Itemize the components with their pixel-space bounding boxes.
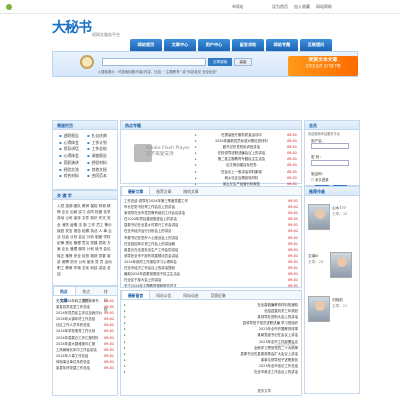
newest-panel: 最新文章 推荐文章 随机文章 工作总结 领导在2024年第三季度党建工作 09-0… [120, 186, 302, 288]
tab-contest[interactable]: 竞赛征集 [205, 291, 232, 299]
remember-label: 永久登录 [315, 178, 329, 183]
category-item[interactable]: 述职报告 [59, 133, 83, 139]
watermark: 自动秒收录 [275, 342, 295, 347]
nav-topics[interactable]: 网站专题 [266, 39, 298, 51]
tab-hot-articles[interactable]: 热点文章 [53, 287, 77, 303]
nav-articles[interactable]: 文章中心 [164, 39, 196, 51]
tab-random[interactable]: 随机文章 [177, 187, 204, 195]
search-hint: ◎搜索提示：可搜索标题/作者/内容，比如：“主题教育” 或“科技攻关 安全检查” [98, 70, 218, 74]
author-photo[interactable] [308, 296, 330, 322]
login-welcome: 欢迎使用本站服务平台 [308, 132, 340, 136]
banner-line2: 文先生会员 无门槛下载 [305, 63, 341, 68]
site-help-link[interactable]: 网站帮助 [316, 4, 332, 9]
flash-message: Adobe Flash Player 已不再受支持 [146, 146, 190, 157]
author-meta: 文章：28 [308, 260, 324, 264]
category-item[interactable]: 竞职演讲 [59, 160, 83, 166]
top-center-text: ※网站 [232, 4, 244, 9]
author-photo[interactable] [330, 252, 352, 278]
hot-article-list: 关于2024年转正党员申请书 09-01 某县扶贫攻坚工作总结 09-01 2024年党… [53, 296, 117, 373]
site-icon [6, 4, 12, 10]
category-item[interactable]: 其他文秘 [87, 167, 111, 173]
list-item-title: 在全市政法工作会议上的讲话 [253, 370, 298, 375]
category-item[interactable]: 领导讲话 [59, 147, 83, 152]
keyword-panel: 关 键 字 入党 选调 团队 教师 保险 财税 精神 企业 出纳 实习 合同 校… [52, 190, 118, 286]
category-item[interactable]: 工作总结 [87, 147, 111, 152]
tab-announcements[interactable]: 网站公告 [150, 291, 177, 299]
keyword-title: 关 键 字 [53, 191, 117, 200]
list-item-title: 某县年终党建工作总结 [56, 366, 90, 371]
hot-articles-panel: 热点文章 热点排行 排行榜 关于2024年转正党员申请书 09-01 某县扶贫攻坚工… [52, 286, 118, 396]
author-name[interactable]: 山水777 [332, 206, 346, 210]
list-item[interactable]: 某县年终党建工作总结 09-01 [56, 365, 114, 371]
site-subtitle: 权网文服务平台 [92, 32, 120, 37]
search-button[interactable]: 文章搜索 [208, 58, 232, 66]
main-nav: 网站首页 文章中心 用户中心 留言求助 网站专题 互联提问 [130, 39, 332, 51]
hot-topics-title: 热点专题 [121, 121, 301, 130]
category-item[interactable]: 经验交流 [59, 167, 83, 173]
list-item[interactable]: 关于2024年主题教育调研报告范文 09-01 [124, 283, 298, 288]
username-input[interactable] [311, 143, 349, 150]
login-panel: 会员 欢迎使用本站服务平台 用户名： 密 码： 验证码： ☐ 永久登录 登录 注… [304, 120, 360, 191]
add-favorite-link[interactable]: 加入收藏 [294, 4, 310, 9]
tab-news[interactable]: 网站动态 [177, 291, 204, 299]
hot-topic-list: 在提高医疗服务质量活动中09-012024年最新党员标准对照检查材料09-01副… [192, 130, 300, 189]
category-item[interactable]: 工作计划 [87, 140, 111, 146]
flash-placeholder: Adobe Flash Player 已不再受支持 [122, 130, 192, 182]
tab-latest-messages[interactable]: 最新留言 [121, 291, 151, 299]
message-list: 在反腐倡廉教育材料的通知总结县直机关三年规划某领导在述职大会上的讲话县领导班子成… [121, 300, 301, 377]
category-item[interactable]: 心得体会 [59, 140, 83, 146]
list-item-date: 09-01 [288, 284, 298, 288]
login-title: 会员 [305, 121, 359, 130]
category-item[interactable]: 合同范本 [87, 174, 111, 179]
category-title: 频道栏目 [53, 121, 117, 130]
more-articles-link[interactable]: 更多文章 [257, 389, 271, 393]
top-bar: ※网站 设为首页 加入收藏 网站帮助 [0, 0, 400, 14]
authors-title: 推荐作者 [305, 187, 359, 196]
category-item[interactable]: 综合材料 [59, 174, 83, 179]
category-panel: 频道栏目 述职报告 礼仪庆典 心得体会 工作计划 领导讲话 工作总结 心得体会 … [52, 120, 118, 190]
keyword-cloud[interactable]: 入党 选调 团队 教师 保险 财税 精神 企业 出纳 实习 合同 校团 化学 劳… [53, 200, 117, 280]
set-homepage-link[interactable]: 设为首页 [272, 4, 288, 9]
captcha-label: 验证码： [311, 171, 326, 176]
author-name[interactable]: 刘晓阳 [332, 298, 343, 302]
tab-newest[interactable]: 最新文章 [121, 187, 151, 195]
tab-recommended[interactable]: 推荐文章 [150, 187, 177, 195]
search-input[interactable] [102, 58, 206, 66]
nav-ask[interactable]: 互联提问 [300, 39, 332, 51]
newest-list: 工作总结 领导在2024年第三季度党建工作 09-01 市长在防汛抗旱工作会议上的讲… [121, 196, 301, 288]
tab-hot-rank[interactable]: 热点排行 [76, 287, 97, 303]
vip-banner[interactable]: 奖赏文本文章 文先生会员 无门槛下载 [288, 56, 358, 76]
advanced-search-button[interactable]: 高级 [234, 58, 252, 66]
author-meta: 文章：21 [332, 304, 348, 308]
author-name[interactable]: 文澜lii [308, 254, 318, 258]
banner-line1: 奖赏文本文章 [308, 58, 338, 63]
magnifier-icon [80, 55, 94, 69]
category-item[interactable]: 经验材料 [87, 160, 111, 166]
nav-home[interactable]: 网站首页 [130, 39, 162, 51]
list-item[interactable]: 在全市政法工作会议上的讲话 [124, 369, 298, 375]
author-photo[interactable] [308, 204, 330, 230]
tab-ranking[interactable]: 排行榜 [98, 287, 117, 312]
site-logo[interactable]: 大秘书 [52, 20, 92, 38]
author-meta: 文章：32 [332, 212, 348, 216]
list-item-title: 关于2024年主题教育调研报告范文 [124, 284, 177, 288]
nav-help[interactable]: 留言求助 [232, 39, 264, 51]
list-item-date: 09-01 [104, 366, 114, 371]
category-item[interactable]: 心得体会 [59, 153, 83, 159]
category-item[interactable]: 调查报告 [87, 153, 111, 159]
category-item[interactable]: 礼仪庆典 [87, 133, 111, 139]
nav-user-center[interactable]: 用户中心 [198, 39, 230, 51]
password-input[interactable] [311, 159, 349, 166]
remember-login[interactable]: ☐ 永久登录 [311, 178, 353, 182]
